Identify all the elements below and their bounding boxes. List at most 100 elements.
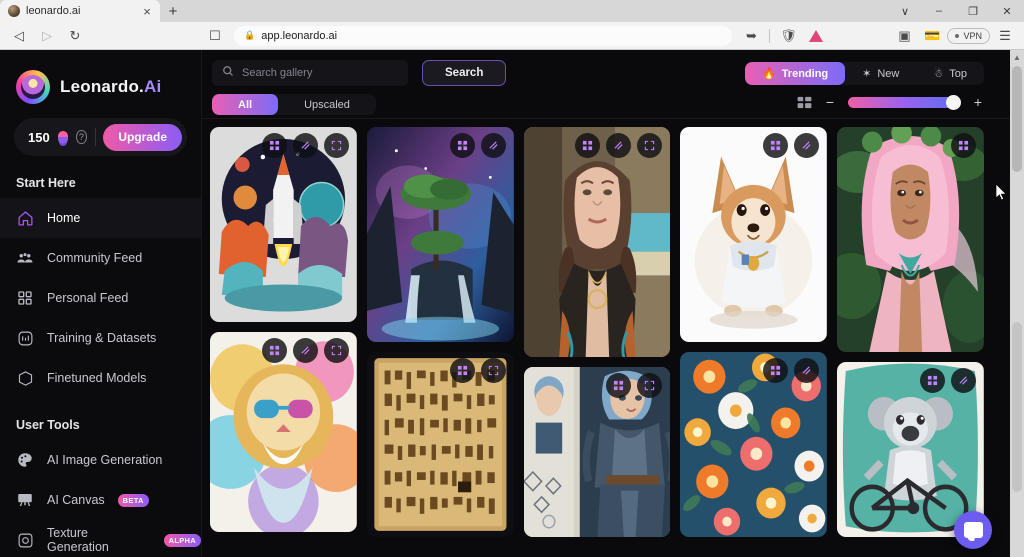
share-icon[interactable]: ➥ [738, 25, 764, 47]
remix-icon[interactable] [919, 368, 945, 393]
sidebar-item-community-feed[interactable]: Community Feed [0, 238, 201, 278]
sort-top[interactable]: ☃ Top [916, 62, 984, 85]
upgrade-button[interactable]: Upgrade [103, 123, 182, 151]
remix-icon[interactable] [606, 373, 632, 398]
gallery-card-pink-haired-fairy-portrait[interactable] [837, 127, 984, 352]
fullscreen-icon[interactable] [323, 338, 349, 363]
zoom-slider[interactable] [848, 94, 961, 110]
remix-icon[interactable] [763, 358, 789, 383]
image-gallery [202, 119, 1010, 557]
vpn-button[interactable]: VPN [947, 27, 990, 44]
upscale-icon[interactable] [480, 133, 506, 158]
card-actions [261, 338, 349, 363]
tab-close-icon[interactable]: × [140, 5, 154, 18]
scrollbar-thumb-secondary[interactable] [1012, 322, 1022, 492]
remix-icon[interactable] [449, 133, 475, 158]
sidebar-item-training-datasets[interactable]: Training & Datasets [0, 318, 201, 358]
sidebar-item-home[interactable]: Home [0, 198, 201, 238]
cube-icon [16, 369, 34, 387]
texture-icon [16, 531, 34, 549]
remix-icon[interactable] [763, 133, 789, 158]
sidebar-panel-icon[interactable]: ▣ [891, 25, 917, 47]
mouse-cursor [996, 184, 1007, 201]
brave-shield-icon[interactable]: 🛡 [775, 25, 801, 47]
gallery-card-colorful-lion-sunglasses-painting[interactable] [210, 332, 357, 532]
brand-name: Leonardo.Ai [60, 77, 162, 96]
filter-all[interactable]: All [212, 94, 279, 115]
zoom-in-button[interactable]: + [972, 94, 984, 110]
forward-icon[interactable]: ▷ [34, 25, 60, 47]
brand-logo-area[interactable]: Leonardo.Ai [0, 50, 201, 104]
zoom-out-button[interactable]: − [824, 94, 836, 110]
gallery-card-egyptian-hieroglyph-papyrus[interactable] [366, 352, 514, 537]
fullscreen-icon[interactable] [480, 358, 506, 383]
card-actions [261, 133, 349, 158]
sort-trending[interactable]: 🔥 Trending [744, 62, 846, 85]
browser-tab[interactable]: leonardo.ai × [0, 0, 160, 22]
back-icon[interactable]: ◁ [6, 25, 32, 47]
gallery-column [366, 127, 514, 557]
community-icon [16, 249, 34, 267]
gallery-card-portrait-woman-beach[interactable] [523, 127, 671, 357]
address-bar[interactable]: 🔒 app.leonardo.ai [234, 25, 733, 46]
browser-menu-icon[interactable]: ☰ [992, 25, 1018, 47]
remix-icon[interactable] [950, 133, 976, 158]
zoom-row: − + [745, 94, 984, 110]
gallery-card-blue-haired-warrior-concept-art[interactable] [523, 367, 671, 537]
gallery-column [837, 127, 984, 557]
remix-icon[interactable] [575, 133, 601, 158]
brave-logo-icon[interactable] [803, 25, 829, 47]
search-gallery-box[interactable] [212, 60, 408, 86]
help-circle-icon[interactable]: ? [76, 130, 87, 144]
filter-segmented-control: All Upscaled [212, 94, 376, 115]
upscale-icon[interactable] [950, 368, 976, 393]
upscale-icon[interactable] [794, 133, 820, 158]
lock-icon: 🔒 [244, 30, 256, 40]
gallery-card-floral-pattern-orange-flowers[interactable] [680, 352, 828, 537]
home-icon [16, 209, 34, 227]
sidebar-item-personal-feed[interactable]: Personal Feed [0, 278, 201, 318]
gallery-card-space-shuttle-launch-illustration[interactable] [210, 127, 357, 322]
sidebar-item-ai-canvas[interactable]: AI Canvas BETA [0, 480, 201, 520]
upscale-icon[interactable] [292, 133, 318, 158]
gallery-card-fantasy-tree-waterfall-galaxy[interactable] [366, 127, 514, 342]
remix-icon[interactable] [261, 133, 287, 158]
layout-grid-icon[interactable] [797, 96, 812, 109]
sidebar-item-finetuned-models[interactable]: Finetuned Models [0, 358, 201, 398]
remix-icon[interactable] [261, 338, 287, 363]
sidebar-item-label: Community Feed [47, 251, 143, 265]
sort-top-label: Top [949, 67, 967, 80]
upscale-icon[interactable] [606, 133, 632, 158]
tab-list-icon[interactable]: ∨ [888, 0, 922, 22]
upscale-icon[interactable] [794, 358, 820, 383]
reload-icon[interactable]: ↻ [62, 25, 88, 47]
bookmark-icon[interactable]: ☐ [202, 25, 228, 47]
sidebar-item-texture-generation[interactable]: Texture Generation ALPHA [0, 520, 201, 557]
gallery-card-koala-on-bicycle-illustration[interactable] [837, 362, 984, 537]
intercom-chat-launcher[interactable] [954, 511, 992, 549]
gallery-card-chihuahua-watercolor-portrait[interactable] [680, 127, 828, 342]
remix-icon[interactable] [449, 358, 475, 383]
easel-icon [16, 491, 34, 509]
search-input[interactable] [242, 67, 398, 79]
search-button[interactable]: Search [422, 60, 507, 86]
minimize-icon[interactable]: – [922, 0, 956, 22]
fullscreen-icon[interactable] [637, 133, 663, 158]
sparkle-icon: ✶ [862, 68, 872, 80]
new-tab-button[interactable]: + [160, 0, 186, 22]
scrollbar-thumb[interactable] [1012, 66, 1022, 172]
card-artwork [680, 127, 828, 342]
fullscreen-icon[interactable] [323, 133, 349, 158]
scroll-up-arrow[interactable]: ▲ [1010, 50, 1024, 64]
filter-upscaled[interactable]: Upscaled [278, 94, 376, 115]
fullscreen-icon[interactable] [637, 373, 663, 398]
brave-wallet-icon[interactable]: 💳 [919, 25, 945, 47]
upscale-icon[interactable] [292, 338, 318, 363]
zoom-slider-knob[interactable] [946, 94, 961, 110]
maximize-icon[interactable]: ❐ [956, 0, 990, 22]
page-scrollbar[interactable]: ▲ [1010, 50, 1024, 557]
gallery-column [210, 127, 357, 557]
close-window-icon[interactable]: ✕ [990, 0, 1024, 22]
sidebar-item-ai-image-generation[interactable]: AI Image Generation [0, 440, 201, 480]
sort-new[interactable]: ✶ New [845, 62, 916, 85]
